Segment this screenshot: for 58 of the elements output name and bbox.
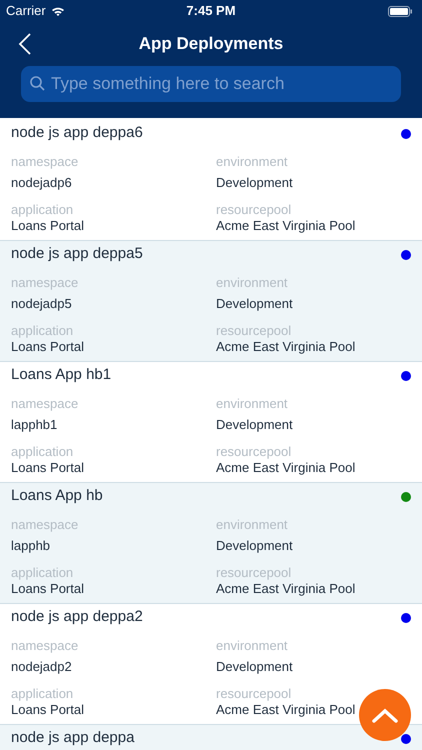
- deployment-card[interactable]: node js app deppa5 namespace nodejadp5 environment Development application Loans Portal resourcepool Acme East Virginia Pool: [0, 241, 422, 362]
- field-label: namespace: [11, 154, 78, 169]
- field-value: Development: [216, 296, 293, 311]
- field-value: Loans Portal: [11, 460, 84, 475]
- chevron-up-icon: [372, 708, 398, 722]
- search-field[interactable]: Type something here to search: [21, 66, 401, 102]
- field-value: Development: [216, 417, 293, 432]
- field-label: resourcepool: [216, 202, 292, 217]
- field-label: application: [11, 686, 74, 701]
- field-value: nodejadp5: [11, 296, 72, 311]
- field-label: environment: [216, 638, 288, 653]
- field-label: application: [11, 565, 74, 580]
- field-value: Acme East Virginia Pool: [216, 460, 356, 475]
- field-value: nodejadp6: [11, 175, 72, 190]
- deployment-name: node js app deppa2: [11, 607, 143, 628]
- field-label: resourcepool: [216, 686, 292, 701]
- field-label: application: [11, 202, 74, 217]
- page-title: App Deployments: [138, 33, 284, 56]
- field-value: Development: [216, 175, 293, 190]
- deployment-card[interactable]: Loans App hb namespace lapphb environment Development application Loans Portal resourcepool Acme East Virginia Pool: [0, 483, 422, 604]
- field-label: environment: [216, 275, 288, 290]
- deployment-name: node js app deppa: [11, 728, 134, 748]
- field-value: Loans Portal: [11, 581, 84, 596]
- deployment-name: Loans App hb: [11, 486, 103, 506]
- deployment-card[interactable]: node js app deppa: [0, 725, 422, 750]
- wifi-icon: [50, 6, 65, 16]
- field-label: application: [11, 444, 74, 459]
- field-value: lapphb1: [11, 417, 58, 432]
- deployment-name: Loans App hb1: [11, 365, 112, 386]
- field-label: namespace: [11, 396, 78, 411]
- field-label: namespace: [11, 517, 78, 532]
- battery-icon: [388, 6, 412, 16]
- field-label: environment: [216, 396, 288, 411]
- field-value: Development: [216, 538, 293, 553]
- search-icon: [30, 76, 45, 91]
- field-value: lapphb: [11, 538, 50, 553]
- field-value: Acme East Virginia Pool: [216, 339, 356, 354]
- field-label: namespace: [11, 638, 78, 653]
- field-value: Acme East Virginia Pool: [216, 702, 356, 717]
- field-label: namespace: [11, 275, 78, 290]
- field-value: Acme East Virginia Pool: [216, 581, 356, 596]
- field-value: Loans Portal: [11, 339, 84, 354]
- field-label: resourcepool: [216, 444, 292, 459]
- deployment-name: node js app deppa6: [11, 123, 143, 144]
- clock-text: 7:45 PM: [186, 2, 236, 20]
- field-label: resourcepool: [216, 323, 292, 338]
- field-value: Acme East Virginia Pool: [216, 218, 356, 233]
- back-icon[interactable]: [18, 33, 31, 55]
- field-label: application: [11, 323, 74, 338]
- field-label: environment: [216, 517, 288, 532]
- field-value: Development: [216, 659, 293, 674]
- field-value: Loans Portal: [11, 702, 84, 717]
- field-label: resourcepool: [216, 565, 292, 580]
- field-value: Loans Portal: [11, 218, 84, 233]
- field-value: nodejadp2: [11, 659, 72, 674]
- carrier-text: Carrier: [6, 2, 46, 20]
- deployment-name: node js app deppa5: [11, 244, 143, 264]
- field-label: environment: [216, 154, 288, 169]
